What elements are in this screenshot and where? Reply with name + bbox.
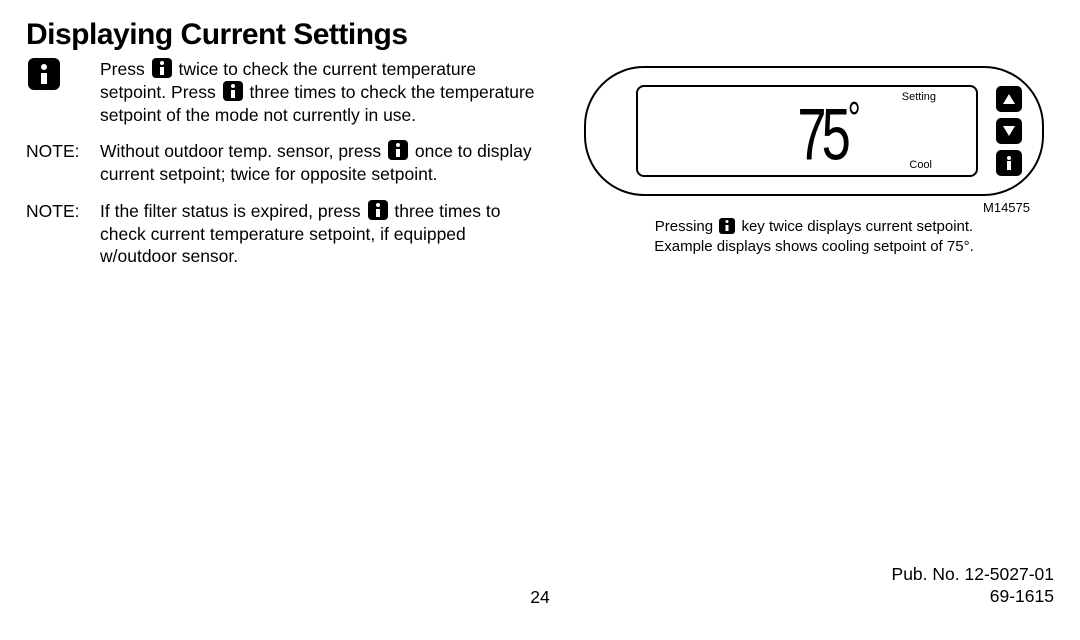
info-icon — [368, 200, 388, 220]
up-button[interactable] — [996, 86, 1022, 112]
doc-number: 69-1615 — [990, 586, 1054, 606]
temp-number: 75 — [798, 92, 847, 175]
screen-temp-value: 75° — [798, 96, 856, 171]
section-heading: Displaying Current Settings — [26, 18, 1054, 52]
info-icon — [719, 218, 735, 234]
info-button[interactable] — [996, 150, 1022, 176]
info-icon — [388, 140, 408, 160]
text: If the filter status is expired, press — [100, 201, 366, 221]
instruction-main: Press twice to check the current tempera… — [26, 58, 546, 126]
figure-caption: Pressing key twice displays current setp… — [574, 217, 1054, 258]
info-icon — [223, 81, 243, 101]
manual-page: Displaying Current Settings Press twice … — [0, 0, 1080, 640]
screen-label-setting: Setting — [902, 91, 936, 103]
left-column: Press twice to check the current tempera… — [26, 58, 546, 282]
chevron-up-icon — [1003, 94, 1015, 104]
note-2-text: If the filter status is expired, press t… — [100, 200, 546, 268]
degree-symbol: ° — [848, 93, 856, 144]
chevron-down-icon — [1003, 126, 1015, 136]
note-2: NOTE: If the filter status is expired, p… — [26, 200, 546, 268]
figure-number: M14575 — [574, 200, 1030, 215]
lead-icon-cell — [26, 58, 100, 126]
thermostat-buttons — [996, 86, 1022, 176]
instruction-main-text: Press twice to check the current tempera… — [100, 58, 546, 126]
note-1-text: Without outdoor temp. sensor, press once… — [100, 140, 546, 186]
text: key twice displays current setpoint. — [741, 218, 973, 235]
text: Press — [100, 59, 150, 79]
right-column: Setting 75° Cool M14575 Pressing — [574, 58, 1054, 282]
content-columns: Press twice to check the current tempera… — [26, 58, 1054, 282]
down-button[interactable] — [996, 118, 1022, 144]
page-number: 24 — [530, 587, 549, 608]
thermostat-screen: Setting 75° Cool — [636, 85, 978, 177]
page-footer: 24 Pub. No. 12-5027-01 69-1615 — [26, 556, 1054, 608]
screen-label-mode: Cool — [909, 159, 932, 171]
note-1: NOTE: Without outdoor temp. sensor, pres… — [26, 140, 546, 186]
text: Without outdoor temp. sensor, press — [100, 141, 386, 161]
pub-number: Pub. No. 12-5027-01 — [892, 564, 1054, 584]
caption-line-2: Example displays shows cooling setpoint … — [574, 237, 1054, 257]
caption-line-1: Pressing key twice displays current setp… — [574, 217, 1054, 237]
note-label: NOTE: — [26, 140, 100, 186]
note-label: NOTE: — [26, 200, 100, 268]
info-icon — [28, 58, 60, 90]
thermostat-device: Setting 75° Cool — [584, 66, 1044, 196]
info-icon — [152, 58, 172, 78]
text: Pressing — [655, 218, 718, 235]
